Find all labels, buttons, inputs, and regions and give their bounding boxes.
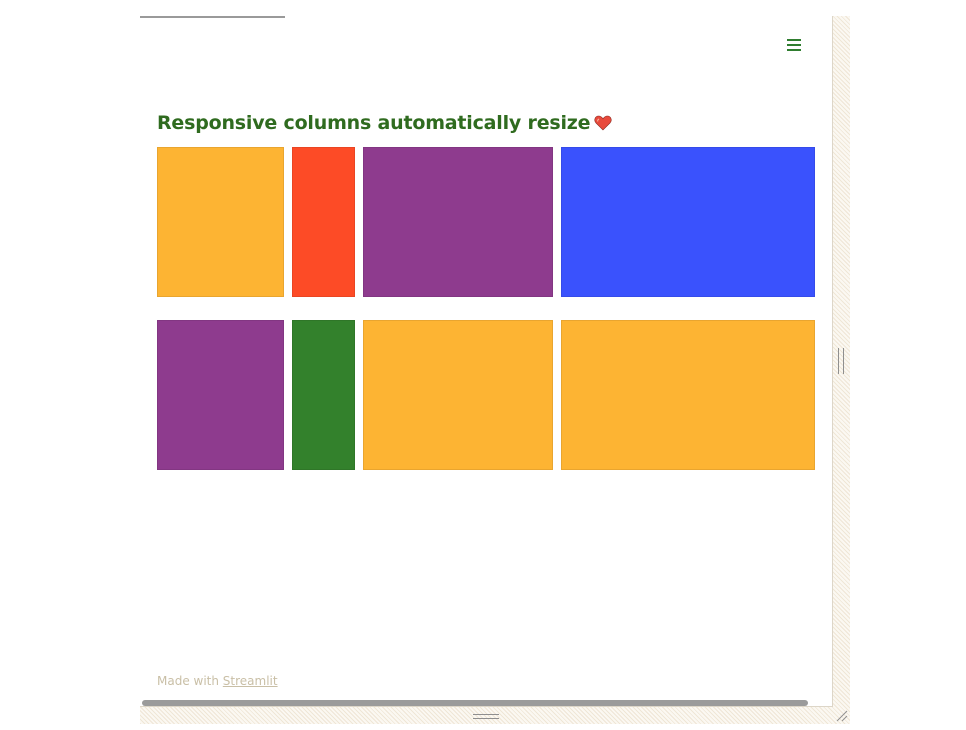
- color-block: [561, 147, 815, 297]
- hamburger-menu-icon[interactable]: [785, 36, 805, 54]
- footer-prefix: Made with: [157, 674, 223, 688]
- top-decoration: [140, 16, 285, 18]
- color-block: [561, 320, 815, 470]
- resize-grip-icon[interactable]: [834, 708, 848, 722]
- color-block: [157, 147, 284, 297]
- page-title: Responsive columns automatically resize: [157, 112, 612, 134]
- color-block: [292, 320, 355, 470]
- app-frame: Responsive columns automatically resize …: [140, 16, 850, 724]
- horizontal-scrollbar[interactable]: [142, 700, 808, 706]
- heart-icon: [594, 114, 612, 131]
- color-block: [157, 320, 284, 470]
- columns-row-1: [157, 147, 815, 297]
- page-title-text: Responsive columns automatically resize: [157, 112, 591, 134]
- streamlit-link[interactable]: Streamlit: [223, 674, 278, 688]
- color-block: [363, 320, 553, 470]
- columns-row-2: [157, 320, 815, 470]
- color-block: [292, 147, 355, 297]
- horizontal-resize-handle[interactable]: [473, 714, 499, 719]
- color-block: [363, 147, 553, 297]
- vertical-resize-handle[interactable]: [838, 348, 844, 374]
- app-viewport: Responsive columns automatically resize …: [140, 16, 833, 707]
- footer: Made with Streamlit: [157, 674, 278, 688]
